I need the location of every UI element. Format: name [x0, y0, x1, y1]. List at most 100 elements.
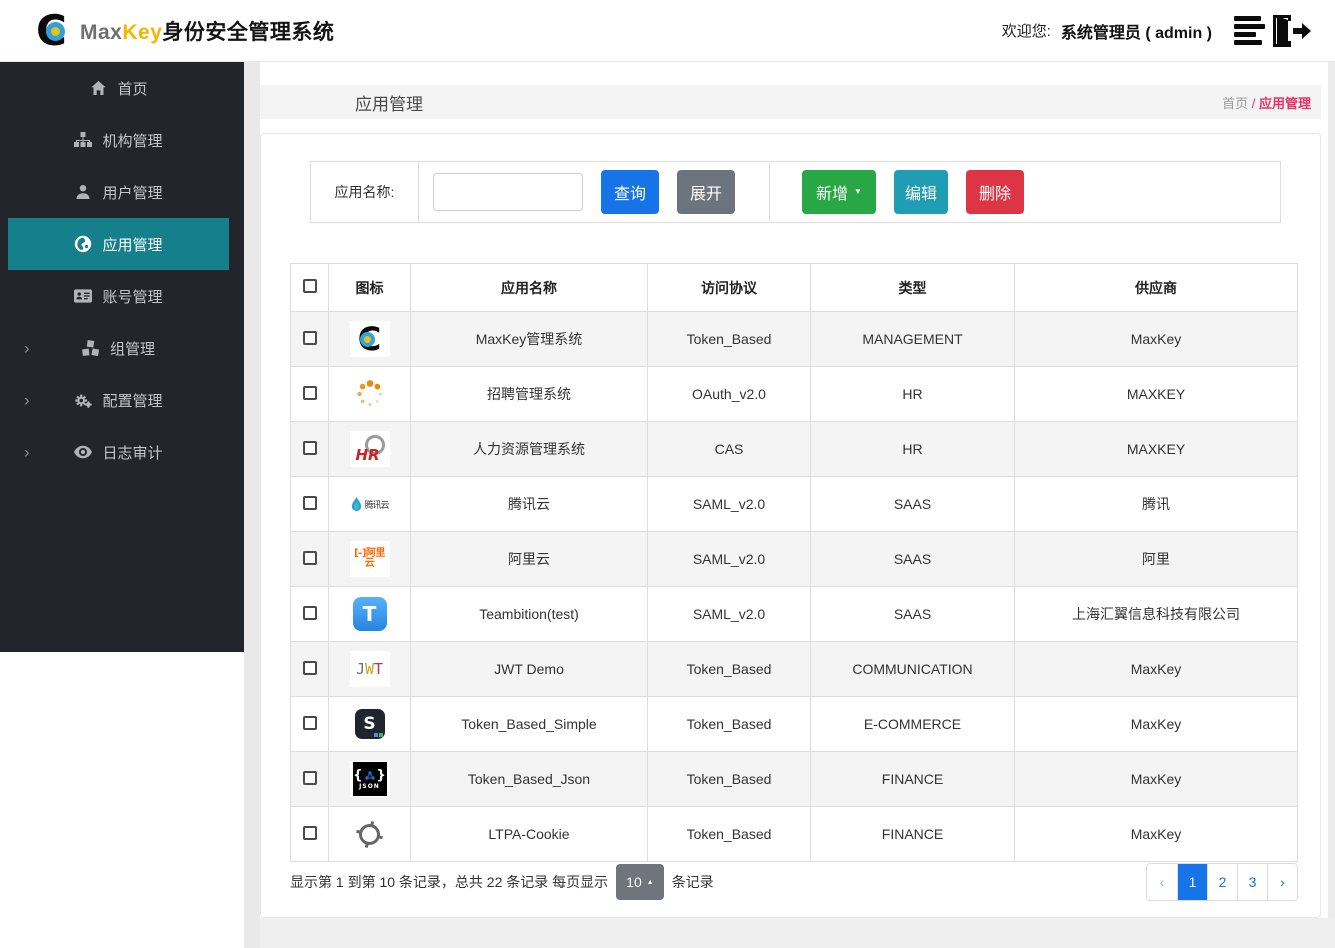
page-button-3[interactable]: 3 — [1237, 864, 1267, 900]
sidebar-item-org[interactable]: 机构管理 — [8, 114, 229, 166]
table-row[interactable]: LTPA-Cookie Token_Based FINANCE MaxKey — [290, 806, 1298, 862]
table-row[interactable]: [-]阿里云 阿里云 SAML_v2.0 SAAS 阿里 — [290, 531, 1298, 587]
table-row[interactable]: C MaxKey管理系统Token_BasedMANAGEMENTMaxKey — [290, 311, 1298, 367]
type-cell: SAAS — [810, 586, 1015, 642]
column-header-name: 应用名称 — [410, 263, 648, 312]
row-select-cell — [290, 586, 329, 642]
row-checkbox[interactable] — [302, 550, 317, 565]
applications-table: 图标 应用名称 访问协议 类型 供应商 CMaxKey管理系统Token_Bas… — [290, 263, 1298, 862]
previous-page-button[interactable]: ‹ — [1147, 864, 1177, 900]
app-icon-teambition: T — [349, 596, 390, 632]
sidebar-item-group[interactable]: › 组管理 — [8, 322, 229, 374]
breadcrumb-home-link[interactable]: 首页 — [1222, 96, 1248, 111]
type-cell: E-COMMERCE — [810, 696, 1015, 752]
sidebar-item-user[interactable]: 用户管理 — [8, 166, 229, 218]
sidebar-item-label: 机构管理 — [102, 132, 163, 150]
row-select-cell — [290, 696, 329, 752]
row-checkbox[interactable] — [302, 660, 317, 675]
home-icon — [89, 79, 107, 97]
app-icon-spinner-dots — [349, 376, 390, 412]
caret-up-icon: ▲ — [646, 878, 654, 886]
type-cell: HR — [810, 366, 1015, 422]
delete-button[interactable]: 删除 — [966, 170, 1024, 214]
content-card: 应用名称: 查询 展开 新增 ▼ 编辑 删除 图标 应用名称 访问协议 类型 供… — [260, 133, 1321, 918]
vendor-cell: MaxKey — [1014, 751, 1298, 807]
brand: C MaxKey身份安全管理系统 — [36, 8, 335, 53]
app-icon-cell — [328, 366, 411, 422]
app-icon-tencent-cloud: 腾讯云 — [349, 486, 390, 522]
sidebar-item-label: 组管理 — [109, 340, 155, 358]
table-row[interactable]: {} JSON Token_Based_Json Token_Based FINANCE… — [290, 751, 1298, 807]
sidebar-item-label: 日志审计 — [102, 444, 163, 462]
page-button-1[interactable]: 1 — [1177, 864, 1207, 900]
app-name-input[interactable] — [433, 173, 583, 211]
app-title: MaxKey身份安全管理系统 — [80, 20, 335, 44]
list-icon[interactable] — [1234, 16, 1265, 45]
app-icon-ltpa-crosshair — [349, 816, 390, 852]
scrollbar-track[interactable] — [1328, 62, 1335, 948]
row-checkbox[interactable] — [302, 330, 317, 345]
page-size-dropdown[interactable]: 10 ▲ — [616, 864, 664, 900]
table-row[interactable]: HR 人力资源管理系统 CAS HR MAXKEY — [290, 421, 1298, 477]
protocol-cell: Token_Based — [647, 641, 811, 697]
app-icon-cell — [328, 806, 411, 862]
sidebar-item-label: 首页 — [117, 80, 148, 98]
protocol-cell: Token_Based — [647, 696, 811, 752]
sidebar-item-config[interactable]: › 配置管理 — [8, 374, 229, 426]
next-page-button[interactable]: › — [1267, 864, 1297, 900]
sidebar-item-label: 应用管理 — [102, 236, 163, 254]
table-row[interactable]: 腾讯云 腾讯云 SAML_v2.0 SAAS 腾讯 — [290, 476, 1298, 532]
app-icon-jwt: JWT — [349, 651, 390, 687]
protocol-cell: SAML_v2.0 — [647, 476, 811, 532]
app-icon-cell: S — [328, 696, 411, 752]
app-icon-hr: HR — [349, 431, 390, 467]
sidebar-item-account[interactable]: 账号管理 — [8, 270, 229, 322]
vendor-cell: MaxKey — [1014, 806, 1298, 862]
row-select-cell — [290, 751, 329, 807]
row-select-cell — [290, 806, 329, 862]
protocol-cell: Token_Based — [647, 806, 811, 862]
sidebar-item-audit[interactable]: › 日志审计 — [8, 426, 229, 478]
row-checkbox[interactable] — [302, 605, 317, 620]
table-row[interactable]: JWT JWT Demo Token_Based COMMUNICATION MaxKe… — [290, 641, 1298, 697]
row-checkbox[interactable] — [302, 715, 317, 730]
page-buttons: ‹ 1 2 3 › — [1146, 863, 1298, 901]
add-button[interactable]: 新增 ▼ — [802, 170, 876, 214]
row-checkbox[interactable] — [302, 440, 317, 455]
vendor-cell: 腾讯 — [1014, 476, 1298, 532]
row-checkbox[interactable] — [302, 385, 317, 400]
page-button-2[interactable]: 2 — [1207, 864, 1237, 900]
row-checkbox[interactable] — [302, 770, 317, 785]
vendor-cell: MaxKey — [1014, 696, 1298, 752]
vendor-cell: MAXKEY — [1014, 421, 1298, 477]
app-name-cell: JWT Demo — [410, 641, 648, 697]
column-header-type: 类型 — [810, 263, 1015, 312]
type-cell: SAAS — [810, 476, 1015, 532]
app-icon-cell: [-]阿里云 — [328, 531, 411, 587]
edit-button[interactable]: 编辑 — [894, 170, 948, 214]
row-checkbox[interactable] — [302, 495, 317, 510]
cubes-icon — [82, 339, 100, 357]
type-cell: COMMUNICATION — [810, 641, 1015, 697]
query-button[interactable]: 查询 — [601, 170, 659, 214]
sidebar-item-app[interactable]: 应用管理 — [8, 218, 229, 270]
table-row[interactable]: S Token_Based_Simple Token_Based E-COMMERCE… — [290, 696, 1298, 752]
table-row[interactable]: T Teambition(test) SAML_v2.0 SAAS 上海汇翼信息科技有限… — [290, 586, 1298, 642]
search-field-label: 应用名称: — [311, 162, 419, 222]
app-icon-s-dark: S — [349, 706, 390, 742]
app-icon-aliyun: [-]阿里云 — [349, 541, 390, 577]
row-checkbox[interactable] — [302, 825, 317, 840]
sidebar-item-home[interactable]: 首页 — [8, 62, 229, 114]
row-select-cell — [290, 421, 329, 477]
page-title: 应用管理 — [355, 94, 423, 114]
expand-button[interactable]: 展开 — [677, 170, 735, 214]
logout-icon[interactable] — [1269, 13, 1311, 49]
sitemap-icon — [74, 131, 93, 149]
id-card-icon — [74, 287, 93, 305]
row-select-cell — [290, 366, 329, 422]
row-select-cell — [290, 531, 329, 587]
table-row[interactable]: 招聘管理系统 OAuth_v2.0 HR MAXKEY — [290, 366, 1298, 422]
sidebar-item-label: 账号管理 — [102, 288, 163, 306]
select-all-checkbox[interactable] — [302, 279, 317, 293]
vendor-cell: 上海汇翼信息科技有限公司 — [1014, 586, 1298, 642]
